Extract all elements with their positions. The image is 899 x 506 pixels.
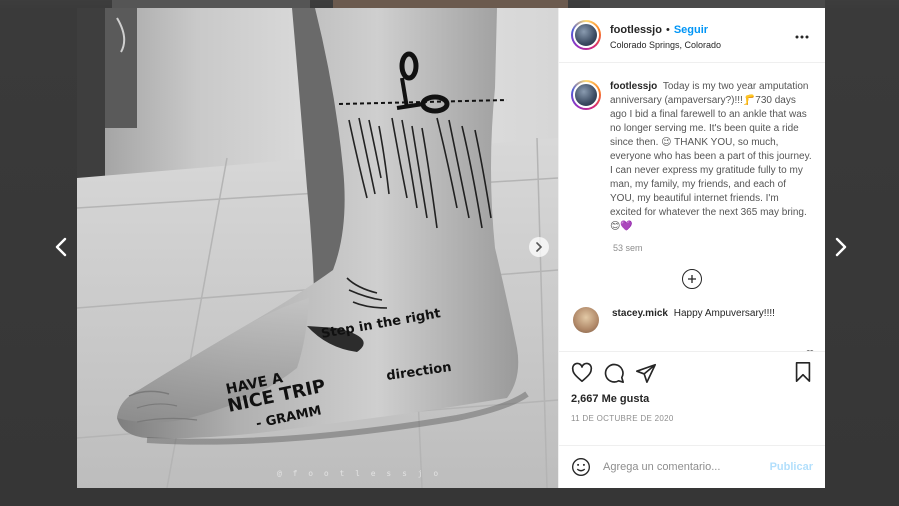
- avatar-image: [573, 82, 599, 108]
- commenter-username[interactable]: stacey.mick: [612, 308, 668, 319]
- bookmark-icon: [795, 362, 811, 382]
- caption: footlessjo Today is my two year amputati…: [571, 80, 813, 234]
- caption-text: footlessjo Today is my two year amputati…: [610, 80, 813, 234]
- chevron-right-icon: [835, 237, 847, 257]
- share-button[interactable]: [635, 362, 657, 384]
- comment-button[interactable]: [603, 362, 625, 384]
- save-button[interactable]: [792, 361, 814, 383]
- comment-item: stacey.mick Happy Ampuversary!!!!: [571, 307, 813, 333]
- smiley-icon: [572, 458, 590, 476]
- more-horizontal-icon: [795, 35, 809, 39]
- caption-username[interactable]: footlessjo: [610, 81, 657, 92]
- author-avatar[interactable]: [571, 20, 601, 50]
- carousel-next-button[interactable]: [529, 237, 549, 257]
- avatar-image: [573, 22, 599, 48]
- commenter-avatar[interactable]: [573, 307, 599, 333]
- comment-bubble-icon: [604, 363, 624, 383]
- post-modal: HAVE A NICE TRIP - GRAMM Step in the rig…: [77, 8, 825, 488]
- post-location[interactable]: Colorado Springs, Colorado: [610, 40, 721, 51]
- like-button[interactable]: [571, 362, 593, 384]
- action-icons: [571, 361, 813, 385]
- emoji-button[interactable]: [571, 457, 591, 477]
- add-comment-bar: Publicar: [559, 445, 825, 488]
- author-username[interactable]: footlessjo: [610, 24, 662, 36]
- chevron-left-icon: [55, 237, 67, 257]
- post-photo[interactable]: HAVE A NICE TRIP - GRAMM Step in the rig…: [77, 8, 558, 488]
- comments-section[interactable]: footlessjo Today is my two year amputati…: [559, 63, 825, 351]
- next-post-strip: [333, 0, 568, 8]
- post-side-panel: footlessjo • Seguir Colorado Springs, Colo…: [558, 8, 825, 488]
- heart-icon: [571, 362, 593, 383]
- next-post-button[interactable]: [826, 232, 856, 262]
- post-header: footlessjo • Seguir Colorado Springs, Colo…: [559, 8, 825, 63]
- caption-body: Today is my two year amputation annivers…: [610, 81, 812, 232]
- previous-post-button[interactable]: [46, 232, 76, 262]
- comment-text: stacey.mick Happy Ampuversary!!!!: [612, 307, 775, 321]
- paper-plane-icon: [636, 363, 656, 383]
- more-options-button[interactable]: [795, 30, 809, 39]
- comment-input[interactable]: [603, 461, 770, 473]
- chevron-right-icon: [536, 242, 543, 252]
- post-time-ago[interactable]: 53 sem: [613, 243, 813, 253]
- next-post-strip-2: [590, 0, 825, 8]
- foot-tattoo-photo: HAVE A NICE TRIP - GRAMM Step in the rig…: [77, 8, 558, 488]
- previous-post-strip: [112, 0, 310, 8]
- separator-dot: •: [665, 24, 670, 36]
- plus-icon: [688, 275, 696, 283]
- comment-body: Happy Ampuversary!!!!: [673, 308, 775, 319]
- likes-count[interactable]: 2,667 Me gusta: [571, 393, 813, 405]
- load-more-comments-button[interactable]: [682, 269, 702, 289]
- photo-watermark: @ f o o t l e s s j o: [277, 469, 442, 478]
- follow-button[interactable]: Seguir: [674, 24, 708, 36]
- post-date[interactable]: 11 DE OCTUBRE DE 2020: [571, 414, 813, 423]
- author-info: footlessjo • Seguir Colorado Springs, Colo…: [610, 19, 721, 51]
- caption-avatar[interactable]: [571, 80, 601, 110]
- post-actions: 2,667 Me gusta 11 DE OCTUBRE DE 2020: [559, 351, 825, 445]
- publish-button[interactable]: Publicar: [770, 461, 813, 473]
